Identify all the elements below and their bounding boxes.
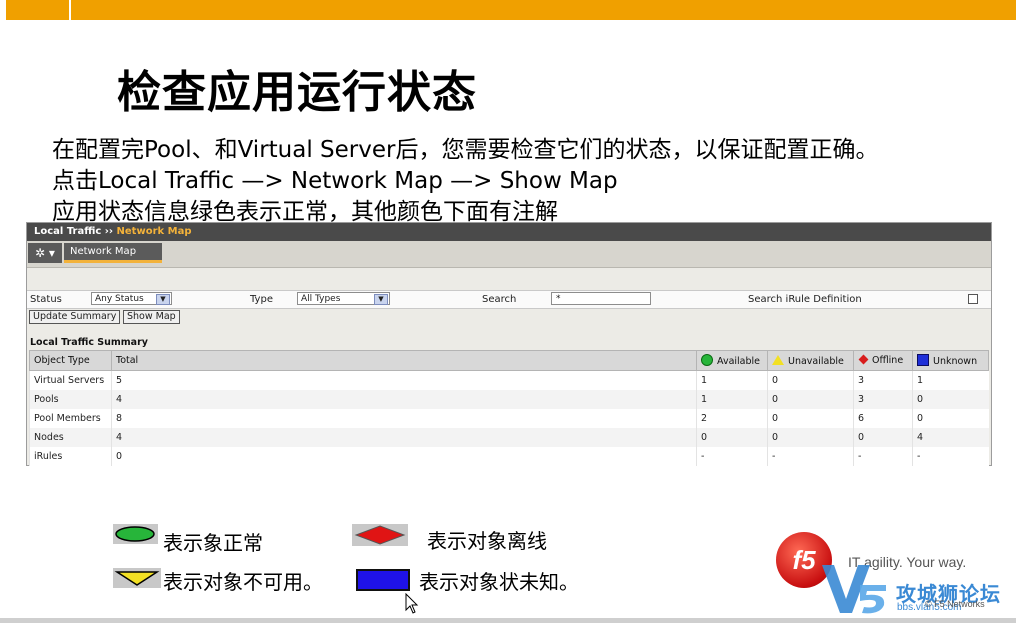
row-available[interactable]: 0 (696, 428, 768, 447)
irule-search-label: Search iRule Definition (748, 294, 862, 305)
update-summary-button[interactable]: Update Summary (29, 310, 121, 324)
table-header-row: Object Type Total Available Unavailable … (29, 350, 989, 371)
row-unknown[interactable]: 4 (912, 428, 989, 447)
row-total[interactable]: 0 (111, 447, 697, 466)
status-filter-select[interactable]: Any Status ▼ (91, 292, 172, 305)
network-map-panel: Local Traffic ›› Network Map ✲ ▾ Network… (26, 222, 992, 466)
unknown-legend-swatch (356, 569, 410, 591)
row-unknown: 0 (912, 409, 989, 428)
row-type: Virtual Servers (29, 370, 112, 390)
status-filter-label: Status (30, 294, 62, 305)
slide-bottom-rule (0, 618, 1016, 623)
unknown-legend-text: 表示对象状未知。 (419, 570, 579, 594)
row-total[interactable]: 4 (111, 390, 697, 409)
col-unknown: Unknown (912, 350, 989, 371)
row-offline[interactable]: 3 (853, 390, 913, 409)
row-unknown[interactable]: 1 (912, 370, 989, 390)
row-type: Pools (29, 390, 112, 409)
copyright-text: © F5 Networks (925, 599, 985, 609)
chevron-down-icon: ▼ (374, 294, 388, 305)
offline-legend-swatch (352, 524, 408, 546)
row-available: - (696, 447, 768, 466)
type-filter-value: All Types (301, 294, 341, 304)
breadcrumb: Local Traffic ›› Network Map (27, 223, 991, 241)
table-row: Nodes 4 0 0 0 4 (29, 428, 989, 447)
breadcrumb-root[interactable]: Local Traffic (34, 226, 101, 237)
mouse-pointer-icon (405, 593, 419, 614)
row-type: Nodes (29, 428, 112, 447)
green-ellipse-icon (115, 526, 155, 542)
offline-legend-text: 表示对象离线 (427, 529, 547, 553)
v5-watermark-icon (822, 565, 886, 614)
filter-row: Status Any Status ▼ Type All Types ▼ Sea… (27, 290, 991, 309)
unavailable-legend-text: 表示对象不可用。 (163, 570, 323, 594)
slide-top-bar-edge (0, 0, 6, 20)
row-offline[interactable]: 0 (853, 428, 913, 447)
available-status-icon (701, 354, 713, 366)
gear-icon: ✲ ▾ (35, 246, 55, 260)
row-total[interactable]: 5 (111, 370, 697, 390)
row-available[interactable]: 1 (696, 370, 768, 390)
row-available: 2 (696, 409, 768, 428)
available-legend-text: 表示象正常 (163, 531, 263, 555)
slide-title: 检查应用运行状态 (117, 67, 477, 118)
unknown-status-icon (917, 354, 929, 366)
tab-network-map[interactable]: Network Map (64, 243, 162, 263)
row-offline: 6 (853, 409, 913, 428)
irule-search-checkbox[interactable] (968, 294, 978, 304)
breadcrumb-separator: ›› (104, 226, 114, 237)
available-legend-swatch (113, 524, 158, 544)
row-unavailable: 0 (767, 409, 854, 428)
row-unknown[interactable]: 0 (912, 390, 989, 409)
table-row: iRules 0 - - - - (29, 447, 989, 466)
row-total: 8 (111, 409, 697, 428)
col-object-type: Object Type (29, 350, 112, 371)
search-input[interactable]: * (551, 292, 651, 305)
table-row: Virtual Servers 5 1 0 3 1 (29, 370, 989, 390)
slide-top-bar-divider (69, 0, 71, 20)
row-available[interactable]: 1 (696, 390, 768, 409)
row-offline[interactable]: 3 (853, 370, 913, 390)
yellow-triangle-icon (114, 571, 160, 586)
slide-text-line-2: 点击Local Traffic —> Network Map —> Show M… (52, 168, 618, 194)
status-filter-value: Any Status (95, 294, 144, 304)
row-unavailable[interactable]: 0 (767, 370, 854, 390)
row-unavailable: - (767, 447, 854, 466)
unavailable-status-icon (772, 354, 784, 365)
tab-row: ✲ ▾ Network Map (27, 241, 991, 268)
col-available: Available (696, 350, 768, 371)
gear-menu-button[interactable]: ✲ ▾ (28, 243, 62, 263)
chevron-down-icon: ▼ (156, 294, 170, 305)
row-unavailable[interactable]: 0 (767, 428, 854, 447)
section-title: Local Traffic Summary (30, 337, 148, 348)
slide-top-bar (0, 0, 1016, 20)
row-unknown: - (912, 447, 989, 466)
show-map-button[interactable]: Show Map (123, 310, 180, 324)
row-offline: - (853, 447, 913, 466)
col-total: Total (111, 350, 697, 371)
type-filter-label: Type (250, 294, 273, 305)
row-total[interactable]: 4 (111, 428, 697, 447)
row-unavailable[interactable]: 0 (767, 390, 854, 409)
offline-status-icon (858, 354, 869, 365)
table-row: Pools 4 1 0 3 0 (29, 390, 989, 409)
col-offline: Offline (853, 350, 913, 371)
unavailable-legend-swatch (113, 568, 161, 588)
slide-text-line-1: 在配置完Pool、和Virtual Server后，您需要检查它们的状态，以保证… (52, 137, 879, 163)
search-label: Search (482, 294, 517, 305)
col-unavailable: Unavailable (767, 350, 854, 371)
row-type: iRules (29, 447, 112, 466)
breadcrumb-current: Network Map (116, 226, 192, 237)
slide-text-line-3: 应用状态信息绿色表示正常，其他颜色下面有注解 (52, 199, 558, 225)
row-type: Pool Members (29, 409, 112, 428)
type-filter-select[interactable]: All Types ▼ (297, 292, 390, 305)
summary-table: Object Type Total Available Unavailable … (29, 350, 989, 466)
red-diamond-icon (354, 525, 406, 545)
table-row: Pool Members 8 2 0 6 0 (29, 409, 989, 428)
